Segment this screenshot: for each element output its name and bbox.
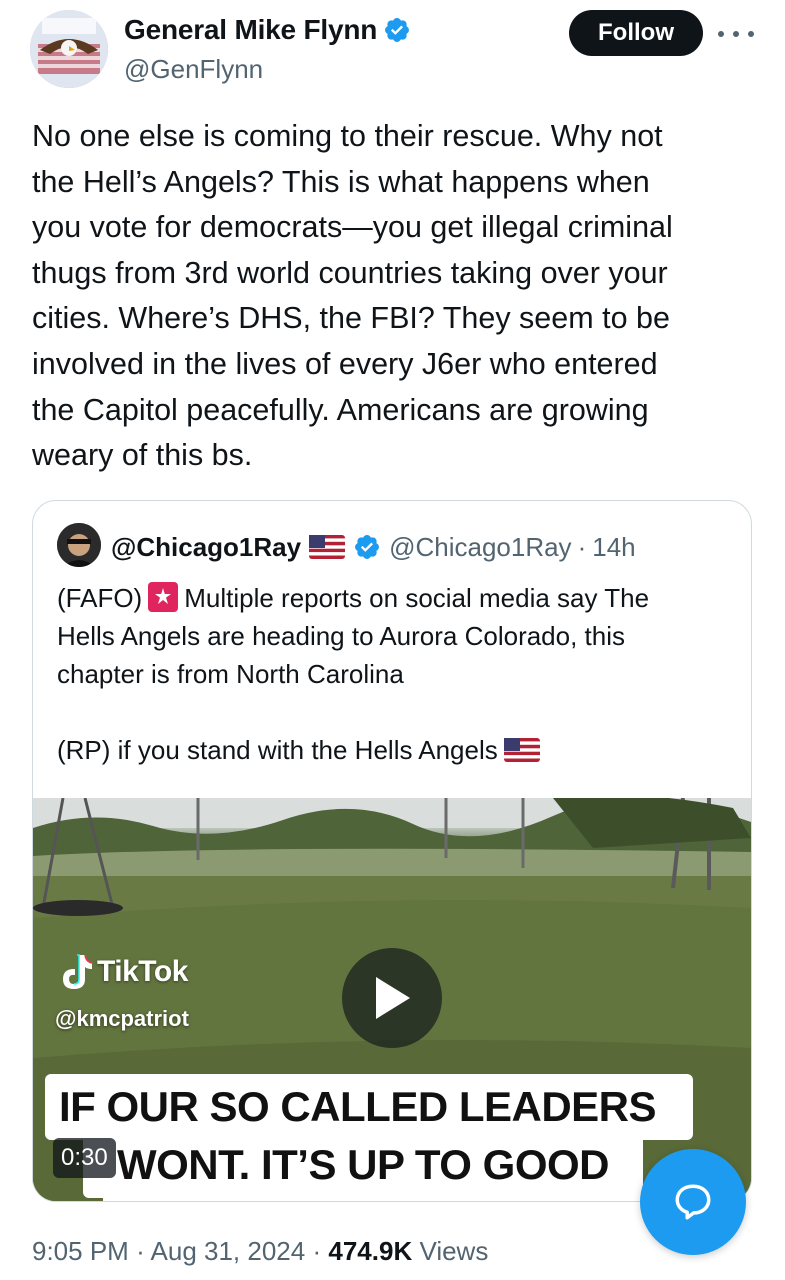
quoted-line-4: (RP) if you stand with the Hells Angels xyxy=(57,731,737,769)
quoted-line-3: chapter is from North Carolina xyxy=(57,659,404,689)
views-count[interactable]: 474.9K xyxy=(328,1236,412,1266)
quoted-text: (FAFO) Multiple reports on social media s… xyxy=(57,579,737,769)
more-icon[interactable] xyxy=(718,24,754,44)
follow-button[interactable]: Follow xyxy=(569,10,703,56)
video-duration: 0:30 xyxy=(53,1138,116,1178)
play-icon xyxy=(376,977,410,1019)
tiktok-logo-icon xyxy=(63,954,93,989)
separator: · xyxy=(577,531,587,562)
quoted-author-avatar[interactable] xyxy=(57,523,101,567)
quoted-author-name[interactable]: @Chicago1Ray xyxy=(111,532,301,563)
tweet-date[interactable]: Aug 31, 2024 xyxy=(151,1236,306,1266)
quoted-line-2: Hells Angels are heading to Aurora Color… xyxy=(57,621,626,651)
us-flag-icon xyxy=(503,734,540,762)
author-name[interactable]: General Mike Flynn xyxy=(124,14,411,46)
views-label[interactable]: Views xyxy=(419,1236,488,1266)
tiktok-logo: TikTok xyxy=(59,953,188,991)
video-player[interactable]: TikTok @kmcpatriot IF OUR SO CALLED LEAD… xyxy=(33,798,751,1201)
verified-badge-icon xyxy=(383,16,411,44)
author-avatar[interactable] xyxy=(30,10,108,88)
video-caption-line-2: WONT. IT’S UP TO GOOD xyxy=(83,1132,643,1198)
quoted-age[interactable]: 14h xyxy=(592,532,635,563)
quoted-line-4-text: (RP) if you stand with the Hells Angels xyxy=(57,735,498,765)
author-handle[interactable]: @GenFlynn xyxy=(124,54,263,85)
us-flag-icon xyxy=(309,535,346,559)
reply-bubble-icon xyxy=(675,1184,711,1220)
reply-fab-button[interactable] xyxy=(640,1149,746,1255)
tweet-timestamp: 9:05 PM · Aug 31, 2024 · 474.9K Views xyxy=(32,1236,488,1267)
video-caption-line-1: IF OUR SO CALLED LEADERS xyxy=(45,1074,693,1140)
separator: · xyxy=(312,1236,322,1266)
quoted-tweet[interactable]: @Chicago1Ray @Chicago1Ray · 14h (FAFO) Mu… xyxy=(32,500,752,1202)
quoted-author-handle[interactable]: @Chicago1Ray xyxy=(389,532,571,563)
tweet-time[interactable]: 9:05 PM xyxy=(32,1236,129,1266)
verified-badge-icon xyxy=(353,533,381,561)
siren-emoji-icon xyxy=(148,582,179,612)
quoted-header: @Chicago1Ray @Chicago1Ray · 14h xyxy=(111,529,636,565)
play-button[interactable] xyxy=(342,948,442,1048)
fafo-label: (FAFO) xyxy=(57,583,143,613)
tiktok-label: TikTok xyxy=(97,955,188,988)
separator: · xyxy=(136,1236,145,1266)
quoted-line-1: (FAFO) Multiple reports on social media s… xyxy=(57,579,737,617)
quoted-line-1-rest: Multiple reports on social media say The xyxy=(184,583,650,613)
tiktok-handle: @kmcpatriot xyxy=(55,1006,189,1031)
tweet-text: No one else is coming to their rescue. W… xyxy=(32,119,673,473)
